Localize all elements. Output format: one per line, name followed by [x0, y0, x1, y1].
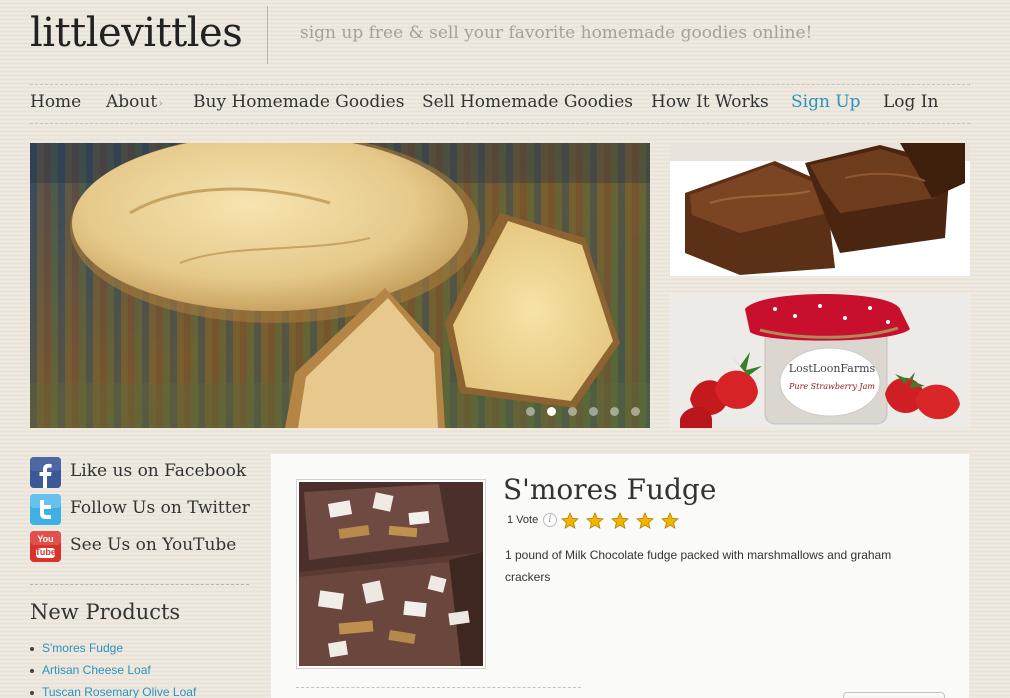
- social-facebook-label: Like us on Facebook: [70, 461, 247, 481]
- sidebar-divider: [30, 584, 249, 585]
- social-youtube-label: See Us on YouTube: [70, 535, 237, 555]
- chevron-right-icon: ›: [158, 96, 163, 110]
- info-icon[interactable]: i: [543, 513, 557, 527]
- site-tagline: sign up free & sell your favorite homema…: [300, 23, 813, 43]
- star-icon[interactable]: [611, 512, 630, 530]
- star-icon[interactable]: [561, 512, 579, 530]
- main-nav: Home About› Buy Homemade Goodies Sell Ho…: [30, 84, 970, 124]
- hero-bread-image: [30, 143, 650, 428]
- nav-sell-homemade-goodies[interactable]: Sell Homemade Goodies: [422, 92, 633, 112]
- bullet-icon: [30, 646, 34, 651]
- featured-jam-image[interactable]: LostLoonFarms Pure Strawberry Jam: [670, 294, 970, 428]
- nav-about-label: About: [106, 92, 158, 112]
- slider-dot[interactable]: [567, 407, 577, 416]
- jam-label-brand: LostLoonFarms: [788, 362, 876, 375]
- youtube-icon-text-bottom: Tube: [35, 547, 56, 557]
- product-action-button[interactable]: [843, 692, 945, 698]
- list-item: S'mores Fudge: [30, 640, 196, 662]
- panel-divider: [296, 687, 581, 688]
- smores-fudge-image: [299, 482, 483, 666]
- nav-log-in[interactable]: Log In: [883, 92, 938, 112]
- nav-sign-up[interactable]: Sign Up: [791, 92, 861, 112]
- brownies-image: [670, 143, 970, 276]
- new-product-link[interactable]: Tuscan Rosemary Olive Loaf: [42, 685, 196, 698]
- star-icon[interactable]: [661, 512, 680, 530]
- social-youtube-link[interactable]: You Tube See Us on YouTube: [30, 531, 250, 568]
- new-products-list: S'mores Fudge Artisan Cheese Loaf Tuscan…: [30, 640, 196, 698]
- hero-slider[interactable]: [30, 143, 650, 428]
- social-links: Like us on Facebook Follow Us on Twitter…: [30, 457, 250, 568]
- featured-brownies-image[interactable]: [670, 143, 970, 276]
- nav-about[interactable]: About›: [106, 92, 163, 112]
- new-products-title: New Products: [30, 600, 181, 624]
- social-twitter-label: Follow Us on Twitter: [70, 498, 250, 518]
- nav-how-it-works[interactable]: How It Works: [651, 92, 769, 112]
- slider-dot-active[interactable]: [546, 407, 556, 416]
- social-twitter-link[interactable]: Follow Us on Twitter: [30, 494, 250, 531]
- slider-dot[interactable]: [631, 407, 640, 416]
- bullet-icon: [30, 690, 34, 695]
- product-rating[interactable]: [561, 512, 681, 531]
- site-logo[interactable]: littlevittles: [30, 10, 243, 56]
- facebook-icon: [30, 457, 61, 488]
- slider-dots: [519, 401, 640, 420]
- nav-home[interactable]: Home: [30, 92, 81, 112]
- product-title: S'mores Fudge: [503, 473, 717, 506]
- youtube-icon: You Tube: [30, 531, 61, 562]
- jam-label-product: Pure Strawberry Jam: [789, 382, 875, 391]
- strawberry-jam-image: [670, 294, 970, 428]
- list-item: Tuscan Rosemary Olive Loaf: [30, 684, 196, 698]
- new-product-link[interactable]: Artisan Cheese Loaf: [42, 663, 151, 677]
- slider-dot[interactable]: [609, 407, 619, 416]
- nav-buy-homemade-goodies[interactable]: Buy Homemade Goodies: [193, 92, 404, 112]
- twitter-icon: [30, 494, 61, 525]
- product-panel: S'mores Fudge 1 Vote i 1 pound of Milk C…: [270, 453, 970, 698]
- star-icon[interactable]: [636, 512, 655, 530]
- product-vote-count: 1 Vote: [507, 514, 539, 526]
- youtube-icon-text-top: You: [37, 534, 54, 544]
- star-icon[interactable]: [586, 512, 605, 530]
- slider-dot[interactable]: [588, 407, 598, 416]
- slider-dot[interactable]: [525, 407, 535, 416]
- list-item: Artisan Cheese Loaf: [30, 662, 196, 684]
- product-image[interactable]: [296, 479, 486, 669]
- bullet-icon: [30, 668, 34, 673]
- header-divider: [267, 6, 268, 64]
- new-product-link[interactable]: S'mores Fudge: [42, 641, 123, 655]
- social-facebook-link[interactable]: Like us on Facebook: [30, 457, 250, 494]
- product-description: 1 pound of Milk Chocolate fudge packed w…: [505, 548, 892, 584]
- site-header: littlevittles sign up free & sell your f…: [30, 0, 970, 80]
